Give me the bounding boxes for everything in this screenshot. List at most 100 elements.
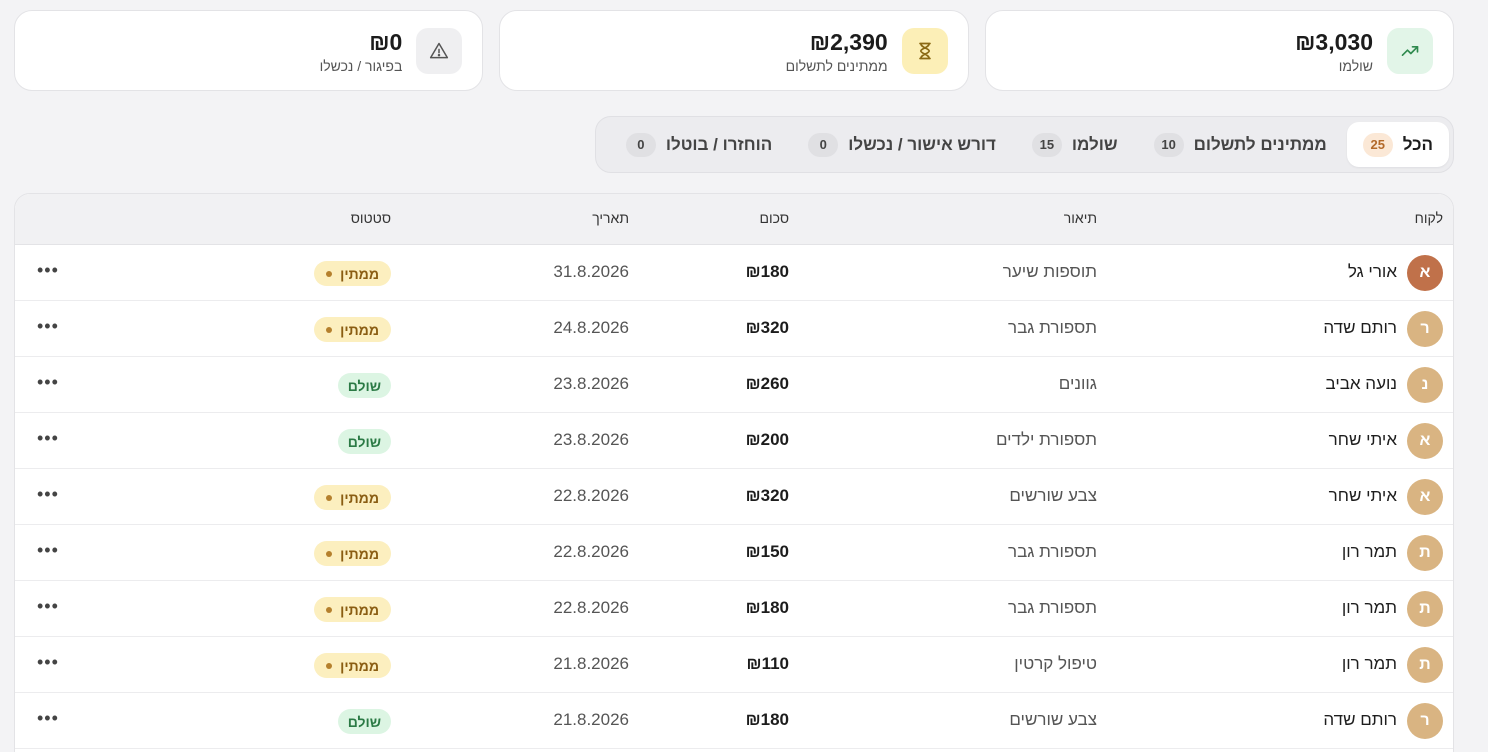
table-row[interactable]: ר רותם שדה תספורת גבר ₪320 24.8.2026 ממתין ••• (15, 301, 1453, 357)
amount: ₪180 (745, 262, 789, 281)
description: טיפול קרטין (1014, 654, 1097, 673)
customer-name: אורי גל (1347, 262, 1397, 281)
date: 23.8.2026 (553, 374, 629, 393)
tab-count-badge: 15 (1031, 132, 1062, 157)
tab-count-badge: 25 (1362, 132, 1393, 157)
customer-name: איתי שחר (1328, 486, 1397, 505)
tab-label: הוחזרו / בוטלו (665, 134, 773, 154)
amount: ₪150 (745, 542, 789, 561)
status-dot-icon (326, 606, 333, 613)
amount: ₪180 (745, 710, 789, 729)
customer-name: איתי שחר (1328, 430, 1397, 449)
description: תוספות שיער (1002, 262, 1097, 281)
date: 31.8.2026 (553, 262, 629, 281)
description: תספורת גבר (1008, 318, 1097, 337)
date: 22.8.2026 (553, 598, 629, 617)
description: תספורת גבר (1008, 542, 1097, 561)
tab-all[interactable]: הכל 25 (1346, 122, 1449, 167)
more-options-icon[interactable]: ••• (37, 260, 59, 281)
table-row[interactable]: ר רותם שדה צבע שורשים ₪180 21.8.2026 שולם ••• (15, 693, 1453, 749)
tab-needs-approval[interactable]: דורש אישור / נכשלו 0 (792, 122, 1012, 167)
header-amount[interactable]: סכום (759, 210, 789, 226)
description: צבע שורשים (1009, 486, 1097, 505)
tab-count-badge: 10 (1153, 132, 1184, 157)
avatar: א (1407, 479, 1443, 515)
date: 21.8.2026 (553, 710, 629, 729)
header-description[interactable]: תיאור (1064, 210, 1097, 226)
status-label: שולם (347, 377, 381, 394)
status-dot-icon (326, 326, 333, 333)
customer-name: רותם שדה (1323, 318, 1397, 337)
status-dot-icon (326, 494, 333, 501)
avatar: א (1407, 423, 1443, 459)
status-label: ממתין (340, 657, 379, 674)
stat-card-pending: ₪2,390 ממתינים לתשלום (499, 10, 969, 91)
stats-row: ₪3,030 שולמו ₪2,390 ממתינים לתשלום ₪0 בפ… (14, 10, 1454, 91)
stat-card-overdue: ₪0 בפיגור / נכשלו (14, 10, 484, 91)
more-options-icon[interactable]: ••• (37, 540, 59, 561)
date: 23.8.2026 (553, 430, 629, 449)
tab-pending[interactable]: ממתינים לתשלום 10 (1138, 122, 1343, 167)
table-row[interactable]: א איתי שחר תספורת ילדים ₪200 23.8.2026 שולם ••… (15, 413, 1453, 469)
header-date[interactable]: תאריך (592, 210, 629, 226)
tab-label: שולמו (1071, 134, 1118, 154)
customer-name: תמר רון (1341, 598, 1397, 617)
more-options-icon[interactable]: ••• (37, 708, 59, 729)
header-status[interactable]: סטטוס (351, 210, 391, 226)
status-badge: ממתין (314, 317, 391, 342)
hourglass-icon (901, 27, 948, 74)
filter-tabs: הכל 25 ממתינים לתשלום 10 שולמו 15 דורש א… (595, 116, 1454, 173)
date: 22.8.2026 (553, 486, 629, 505)
description: צבע שורשים (1009, 710, 1097, 729)
date: 24.8.2026 (553, 318, 629, 337)
more-options-icon[interactable]: ••• (37, 372, 59, 393)
status-label: ממתין (340, 489, 379, 506)
status-badge: ממתין (314, 541, 391, 566)
tab-label: ממתינים לתשלום (1193, 134, 1327, 154)
customer-name: רותם שדה (1323, 710, 1397, 729)
avatar: ת (1407, 647, 1443, 683)
description: גוונים (1058, 374, 1097, 393)
status-label: ממתין (340, 265, 379, 282)
status-badge: שולם (337, 429, 391, 454)
status-badge: ממתין (314, 597, 391, 622)
status-badge: ממתין (314, 653, 391, 678)
avatar: ת (1407, 591, 1443, 627)
header-customer[interactable]: לקוח (1415, 210, 1443, 226)
status-label: שולם (347, 713, 381, 730)
table-body: א אורי גל תוספות שיער ₪180 31.8.2026 ממתין •••… (15, 245, 1453, 749)
tab-count-badge: 0 (625, 132, 656, 157)
customer-name: נועה אביב (1325, 374, 1397, 393)
status-label: ממתין (340, 601, 379, 618)
table-row[interactable]: ת תמר רון טיפול קרטין ₪110 21.8.2026 ממתין ••• (15, 637, 1453, 693)
amount: ₪180 (745, 598, 789, 617)
trending-up-icon (1387, 27, 1433, 74)
stat-label: ממתינים לתשלום (785, 57, 888, 74)
amount: ₪260 (745, 374, 789, 393)
customer-name: תמר רון (1341, 542, 1397, 561)
customer-name: תמר רון (1341, 654, 1397, 673)
tab-label: הכל (1402, 134, 1433, 154)
avatar: נ (1407, 367, 1443, 403)
table-row[interactable]: ת תמר רון תספורת גבר ₪180 22.8.2026 ממתין ••• (15, 581, 1453, 637)
more-options-icon[interactable]: ••• (37, 652, 59, 673)
description: תספורת ילדים (995, 430, 1097, 449)
more-options-icon[interactable]: ••• (37, 484, 59, 505)
tab-refunded[interactable]: הוחזרו / בוטלו 0 (610, 122, 788, 167)
amount: ₪200 (745, 430, 789, 449)
table-header: לקוח תיאור סכום תאריך סטטוס (15, 194, 1453, 245)
more-options-icon[interactable]: ••• (37, 316, 59, 337)
date: 21.8.2026 (553, 654, 629, 673)
table-row[interactable]: א אורי גל תוספות שיער ₪180 31.8.2026 ממתין ••• (15, 245, 1453, 301)
table-row[interactable]: נ נועה אביב גוונים ₪260 23.8.2026 שולם ••• (15, 357, 1453, 413)
status-badge: ממתין (314, 261, 391, 286)
tab-paid[interactable]: שולמו 15 (1016, 122, 1134, 167)
description: תספורת גבר (1008, 598, 1097, 617)
table-row[interactable]: ת תמר רון תספורת גבר ₪150 22.8.2026 ממתין ••• (15, 525, 1453, 581)
stat-amount: ₪2,390 (809, 28, 888, 55)
more-options-icon[interactable]: ••• (37, 596, 59, 617)
more-options-icon[interactable]: ••• (37, 428, 59, 449)
stat-label: שולמו (1338, 57, 1373, 74)
table-row[interactable]: א איתי שחר צבע שורשים ₪320 22.8.2026 ממתין ••• (15, 469, 1453, 525)
status-dot-icon (326, 550, 333, 557)
